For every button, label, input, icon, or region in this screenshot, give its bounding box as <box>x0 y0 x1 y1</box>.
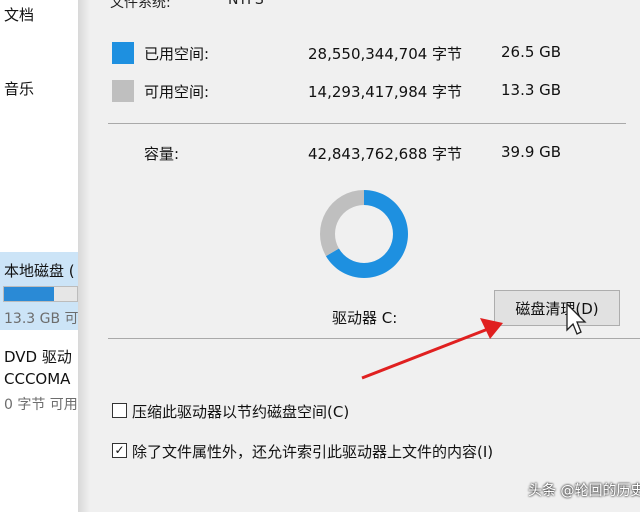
disk-cleanup-button[interactable]: 磁盘清理(D) <box>494 290 620 326</box>
local-drive-usage-fill <box>4 287 54 301</box>
watermark-text: 头条 @轮回的历史 <box>528 483 640 499</box>
filesystem-label: 文件系统: <box>110 0 171 11</box>
drive-properties-dialog: 文件系统: NTFS 已用空间: 28,550,344,704 字节 26.5 … <box>90 0 640 512</box>
dvd-drive-name[interactable]: DVD 驱动 <box>4 346 72 367</box>
free-space-label: 可用空间: <box>144 83 210 101</box>
dvd-drive-label: CCCOMA <box>4 370 71 388</box>
nav-item-music[interactable]: 音乐 <box>4 78 34 99</box>
allow-indexing-label[interactable]: 除了文件属性外，还允许索引此驱动器上文件的内容(I) <box>132 441 493 462</box>
disk-usage-donut-chart <box>320 190 408 278</box>
used-space-bytes: 28,550,344,704 字节 <box>308 45 463 63</box>
dialog-border <box>78 0 90 512</box>
capacity-bytes: 42,843,762,688 字节 <box>308 145 463 163</box>
free-space-bytes: 14,293,417,984 字节 <box>308 83 463 101</box>
nav-item-documents[interactable]: 文档 <box>4 4 34 25</box>
donut-slice-free <box>320 190 364 257</box>
dvd-drive-free-text: 0 字节 可用 <box>4 397 78 413</box>
local-drive-usage-bar <box>3 286 78 302</box>
filesystem-value: NTFS <box>228 0 264 8</box>
used-space-label: 已用空间: <box>144 45 210 63</box>
capacity-label: 容量: <box>144 145 180 163</box>
explorer-sidebar: 文档 音乐 本地磁盘 ( 13.3 GB 可 DVD 驱动 CCCOMA 0 字… <box>0 0 78 512</box>
free-space-gb: 13.3 GB <box>501 81 562 99</box>
allow-indexing-checkbox[interactable]: ✓ <box>112 443 127 458</box>
divider-bottom <box>108 338 640 339</box>
local-drive-name: 本地磁盘 ( <box>4 262 75 280</box>
compress-drive-label[interactable]: 压缩此驱动器以节约磁盘空间(C) <box>132 401 349 422</box>
divider-top <box>108 123 626 124</box>
compress-drive-checkbox[interactable] <box>112 403 127 418</box>
drive-label: 驱动器 C: <box>332 309 398 327</box>
capacity-gb: 39.9 GB <box>501 143 562 161</box>
used-space-swatch <box>112 42 134 64</box>
used-space-gb: 26.5 GB <box>501 43 562 61</box>
local-drive-free-text: 13.3 GB 可 <box>4 311 78 327</box>
free-space-swatch <box>112 80 134 102</box>
